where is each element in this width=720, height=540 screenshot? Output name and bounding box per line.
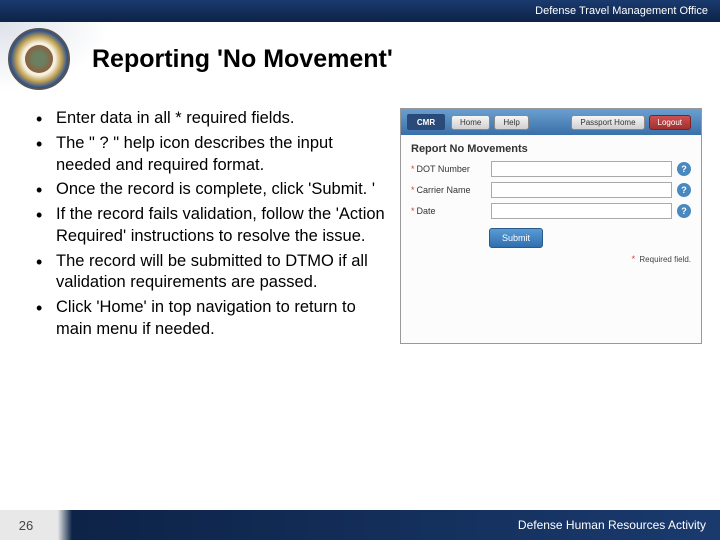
field-label: *Date — [411, 206, 491, 216]
required-star-icon: * — [632, 254, 636, 264]
list-item: Enter data in all * required fields. — [32, 108, 388, 130]
help-button[interactable]: Help — [494, 115, 528, 130]
label-text: DOT Number — [417, 164, 470, 174]
list-item: If the record fails validation, follow t… — [32, 204, 388, 248]
required-star-icon: * — [411, 206, 415, 216]
field-row: *DOT Number ? — [411, 161, 691, 177]
required-star-icon: * — [411, 164, 415, 174]
field-row: *Date ? — [411, 203, 691, 219]
date-input[interactable] — [491, 203, 672, 219]
list-item: Click 'Home' in top navigation to return… — [32, 297, 388, 341]
home-button[interactable]: Home — [451, 115, 490, 130]
dod-seal-icon — [8, 28, 70, 90]
dot-number-input[interactable] — [491, 161, 672, 177]
field-label: *Carrier Name — [411, 185, 491, 195]
required-text: Required field. — [639, 255, 691, 264]
help-icon[interactable]: ? — [677, 183, 691, 197]
cmr-logo: CMR — [407, 114, 445, 130]
content-area: Enter data in all * required fields. The… — [0, 90, 720, 344]
section-title: Report No Movements — [411, 143, 691, 155]
title-row: Reporting 'No Movement' — [0, 28, 720, 90]
bullet-list: Enter data in all * required fields. The… — [32, 108, 388, 344]
footer-org: Defense Human Resources Activity — [52, 518, 720, 532]
carrier-name-input[interactable] — [491, 182, 672, 198]
screenshot-nav: CMR Home Help Passport Home Logout — [401, 109, 701, 135]
list-item: The record will be submitted to DTMO if … — [32, 251, 388, 295]
screenshot-body: Report No Movements *DOT Number ? *Carri… — [401, 135, 701, 274]
field-label: *DOT Number — [411, 164, 491, 174]
office-label: Defense Travel Management Office — [535, 5, 708, 17]
embedded-screenshot: CMR Home Help Passport Home Logout Repor… — [400, 108, 702, 344]
passport-home-button[interactable]: Passport Home — [571, 115, 644, 130]
required-star-icon: * — [411, 185, 415, 195]
field-row: *Carrier Name ? — [411, 182, 691, 198]
required-note: * Required field. — [411, 254, 691, 264]
list-item: The " ? " help icon describes the input … — [32, 133, 388, 177]
footer-band: 26 Defense Human Resources Activity — [0, 510, 720, 540]
logout-button[interactable]: Logout — [649, 115, 691, 130]
list-item: Once the record is complete, click 'Subm… — [32, 179, 388, 201]
help-icon[interactable]: ? — [677, 162, 691, 176]
submit-button[interactable]: Submit — [489, 228, 543, 248]
page-number: 26 — [0, 518, 52, 533]
label-text: Date — [417, 206, 436, 216]
label-text: Carrier Name — [417, 185, 471, 195]
help-icon[interactable]: ? — [677, 204, 691, 218]
page-title: Reporting 'No Movement' — [92, 45, 393, 74]
header-band: Defense Travel Management Office — [0, 0, 720, 22]
